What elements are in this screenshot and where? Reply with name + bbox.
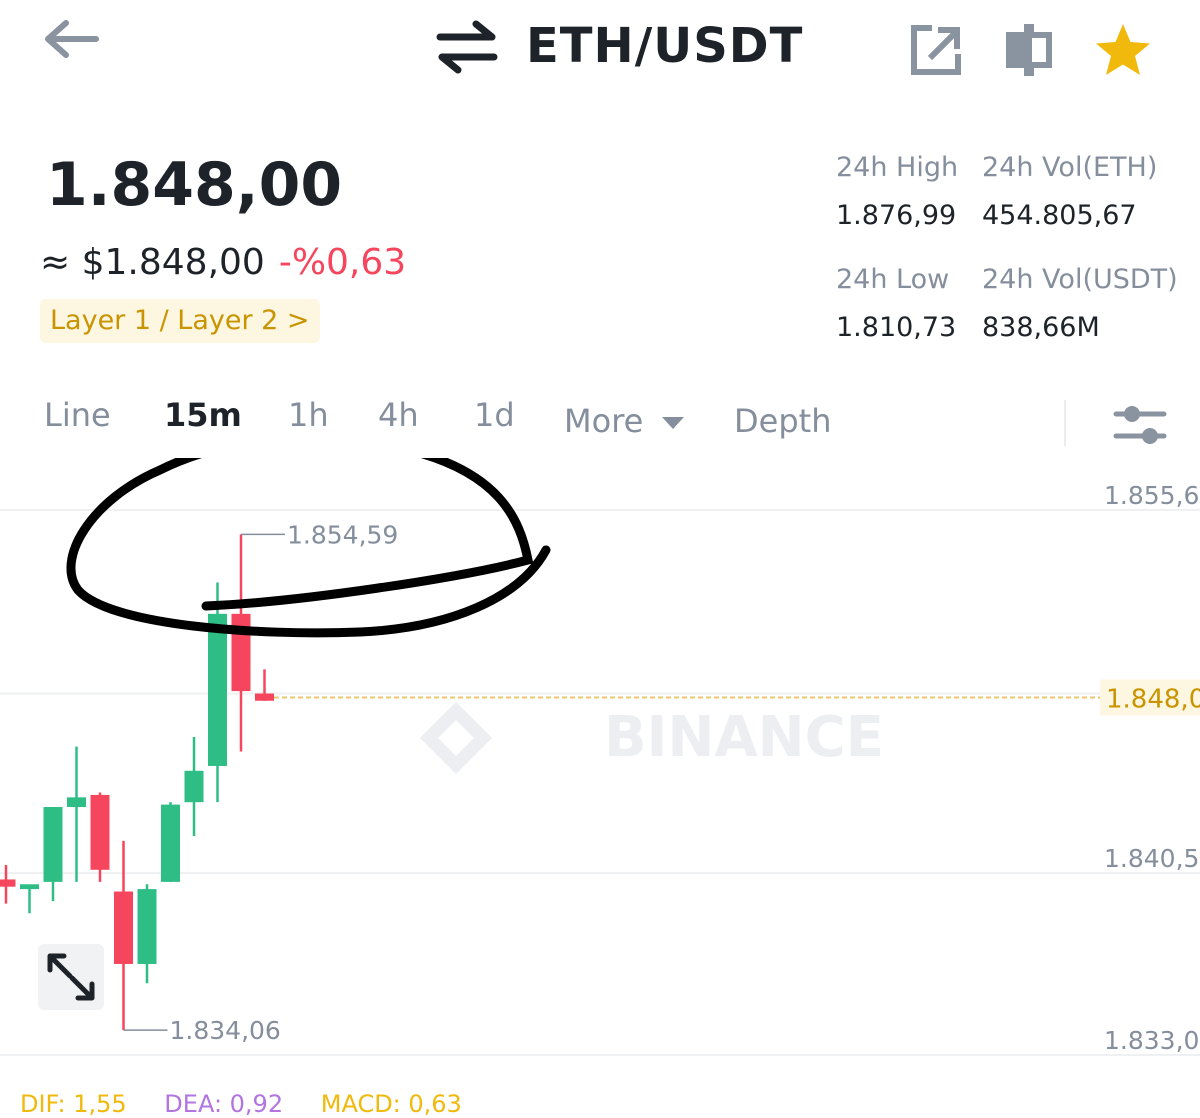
dif-value: DIF: 1,55: [20, 1090, 127, 1118]
order-book-icon: [1006, 24, 1052, 76]
binance-watermark: BINANCE: [604, 705, 884, 770]
candle-down: [0, 879, 16, 887]
tab-15m[interactable]: 15m: [164, 396, 242, 434]
tab-4h[interactable]: 4h: [378, 396, 419, 434]
sliders-icon: [1113, 406, 1167, 444]
chart-settings-button[interactable]: [1112, 400, 1168, 450]
candle-down: [231, 613, 251, 692]
candle-up: [43, 807, 63, 882]
stat-24h-vol-usdt-value: 838,66M: [982, 312, 1100, 343]
tab-depth[interactable]: Depth: [734, 402, 831, 440]
macd-indicator-row: DIF: 1,55 DEA: 0,92 MACD: 0,63: [20, 1090, 462, 1118]
candle-up: [137, 889, 157, 964]
stat-24h-vol-usdt-label: 24h Vol(USDT): [982, 264, 1178, 295]
tab-more-label: More: [564, 402, 644, 440]
stat-24h-high-value: 1.876,99: [836, 200, 957, 231]
candle-up: [208, 613, 227, 766]
y-axis-label: 1.833,03: [1104, 1026, 1200, 1055]
last-price: 1.848,00: [46, 150, 343, 220]
swap-pair-button[interactable]: [436, 20, 498, 74]
candle-down: [114, 891, 133, 964]
min-price-label: 1.834,06: [170, 1016, 281, 1045]
candle-down: [255, 693, 274, 701]
candle-up: [184, 770, 204, 803]
binance-logo-icon: [420, 702, 492, 774]
tab-divider: [1064, 400, 1066, 446]
candle-up: [20, 884, 39, 890]
expand-icon: [47, 953, 95, 1001]
y-axis-label: 1.855,6: [1104, 481, 1199, 510]
candlestick-chart[interactable]: BINANCE 1.854,591.834,06 1.855,61.840,51…: [0, 458, 1200, 1100]
stat-24h-high-label: 24h High: [836, 152, 959, 183]
tab-1d[interactable]: 1d: [474, 396, 515, 434]
candle-up: [161, 804, 180, 882]
usd-price: ≈ $1.848,00: [40, 242, 265, 283]
favorite-button[interactable]: [1092, 20, 1154, 82]
back-arrow-icon: [45, 20, 99, 58]
share-icon: [911, 25, 961, 75]
star-icon: [1096, 24, 1150, 75]
chart-grid: [0, 509, 1200, 1056]
expand-chart-button[interactable]: [38, 944, 104, 1010]
swap-icon: [436, 20, 498, 74]
candle-up: [67, 797, 86, 808]
stat-24h-low-label: 24h Low: [836, 264, 950, 295]
tab-1h[interactable]: 1h: [288, 396, 329, 434]
max-price-label: 1.854,59: [287, 520, 398, 549]
category-tag[interactable]: Layer 1 / Layer 2 >: [40, 299, 320, 343]
current-price-label: 1.848,0: [1106, 685, 1200, 715]
stat-24h-vol-eth-label: 24h Vol(ETH): [982, 152, 1158, 183]
y-axis-label: 1.840,5: [1104, 844, 1199, 873]
back-button[interactable]: [38, 14, 104, 64]
dea-value: DEA: 0,92: [164, 1090, 284, 1118]
y-axis-labels: 1.855,6 1.840,5 1.833,03 1.848,0: [1100, 481, 1200, 1055]
share-button[interactable]: [908, 22, 964, 78]
pair-title: ETH/USDT: [526, 18, 804, 74]
candle-down: [90, 794, 110, 870]
chevron-down-icon: [661, 417, 684, 429]
price-change-percent: -%0,63: [278, 242, 407, 283]
usd-price-row: ≈ $1.848,00 -%0,63: [40, 242, 406, 283]
tab-more[interactable]: More: [564, 402, 686, 440]
stat-24h-low-value: 1.810,73: [836, 312, 957, 343]
order-book-button[interactable]: [1002, 22, 1058, 78]
tab-line[interactable]: Line: [44, 396, 111, 434]
stat-24h-vol-eth-value: 454.805,67: [982, 200, 1137, 231]
macd-value: MACD: 0,63: [320, 1090, 462, 1118]
